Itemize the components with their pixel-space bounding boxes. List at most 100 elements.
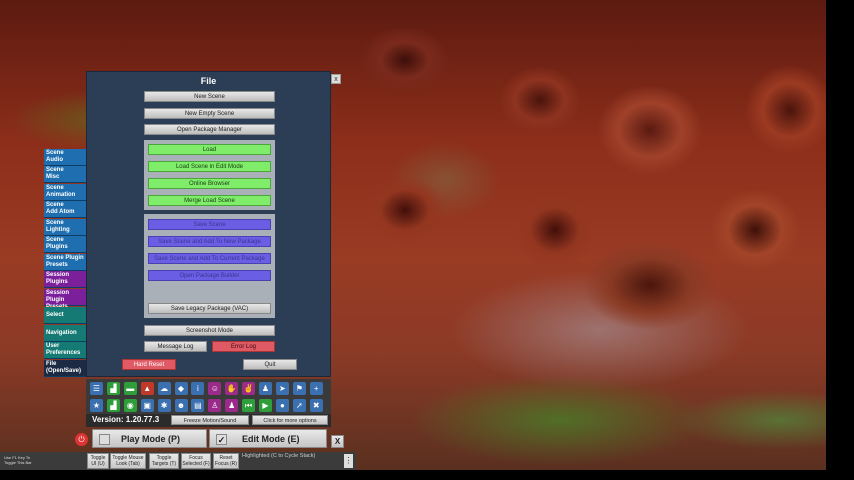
category-label: Navigation [46,330,77,336]
reset-focus-button[interactable]: Reset Focus (R) [213,453,239,469]
more-options-button[interactable]: Click for more options [252,415,328,425]
play-mode-label: Play Mode (P) [121,434,181,444]
panel-title: File [200,76,217,86]
mask-icon[interactable]: ☻ [174,399,188,412]
category-select[interactable]: Select [44,307,87,324]
category-scene-animation[interactable]: Scene Animation [44,184,87,201]
cube-icon[interactable]: ◆ [174,382,188,395]
category-label: File [46,361,57,367]
new-empty-scene-button[interactable]: New Empty Scene [144,108,275,119]
cloud-icon[interactable]: ☁ [157,382,171,395]
message-log-button[interactable]: Message Log [144,341,207,352]
online-browser-button[interactable]: Online Browser [148,178,271,189]
document-icon[interactable]: ▤ [191,399,205,412]
error-log-button[interactable]: Error Log [212,341,275,352]
category-scene-add-atom[interactable]: Scene Add Atom [44,201,87,218]
skip-back-icon[interactable]: ⏮ [242,399,256,412]
plus-icon[interactable]: + [309,382,323,395]
hand-move-icon[interactable]: ✌ [242,382,256,395]
load-button[interactable]: Load [148,144,271,155]
play-icon[interactable]: ▶ [259,399,272,412]
edit-mode-button[interactable]: ✓ Edit Mode (E) [209,429,327,448]
button-line: Targets (T) [151,461,177,467]
quit-button[interactable]: Quit [243,359,297,370]
focus-selected-button[interactable]: Focus Selected (F) [181,453,211,469]
category-session-plugin-presets[interactable]: Session Plugin Presets [44,289,87,310]
category-label: Session [46,272,70,278]
category-file-open-save[interactable]: File (Open/Save) [44,360,87,377]
play-mode-button[interactable]: Play Mode (P) [92,429,207,448]
highlighted-label: Highlighted (C to Cycle Stack) [242,453,316,459]
toggle-ui-button[interactable]: Toggle UI (U) [87,453,109,469]
menu-icon[interactable]: ☰ [90,382,103,395]
load-group: Load Load Scene in Edit Mode Online Brow… [144,140,275,210]
category-label: User [46,343,60,349]
open-file-icon[interactable]: ▟ [106,382,120,395]
category-label: Scene [46,150,64,156]
pointer-icon[interactable]: ➚ [292,399,306,412]
edit-mode-label: Edit Mode (E) [242,434,300,444]
new-scene-button[interactable]: New Scene [144,91,275,102]
camera-icon[interactable]: ◉ [123,399,137,412]
play-mode-checkbox[interactable] [99,434,110,445]
toggle-mouse-look-button[interactable]: Toggle Mouse Look (Tab) [110,453,146,469]
open-package-manager-button[interactable]: Open Package Manager [144,124,275,135]
category-label: Plugins [46,244,68,250]
category-user-preferences[interactable]: User Preferences [44,342,87,359]
category-scene-plugins[interactable]: Scene Plugins [44,236,87,253]
freeze-motion-button[interactable]: Freeze Motion/Sound [171,415,249,425]
category-label: Session Plugin [46,290,70,303]
power-icon[interactable]: ⏻ [75,433,88,446]
category-scene-misc[interactable]: Scene Misc [44,166,87,183]
category-session-plugins[interactable]: Session Plugins [44,271,87,288]
category-label: Audio [46,157,63,163]
file-panel: File New Scene New Empty Scene Open Pack… [86,71,331,377]
category-label: (Open/Save) [46,368,82,374]
merge-load-button[interactable]: Merge Load Scene [148,195,271,206]
users-icon[interactable]: ♟ [225,399,239,412]
button-line: Selected (F) [182,461,210,467]
network-icon[interactable]: ✱ [157,399,171,412]
hard-reset-button[interactable]: Hard Reset [122,359,176,370]
info-icon[interactable]: i [191,382,205,395]
toggle-bar-hint: Use F1 Key To Toggle This Bar [4,455,44,465]
hint-line: Toggle This Bar [4,460,32,465]
toggle-targets-button[interactable]: Toggle Targets (T) [149,453,179,469]
category-scene-audio[interactable]: Scene Audio [44,149,87,166]
user-icon[interactable]: ♙ [208,399,222,412]
hand-icon[interactable]: ✋ [225,382,239,395]
category-navigation[interactable]: Navigation [44,325,87,342]
save-current-package-button[interactable]: Save Scene and Add To Current Package [148,253,271,264]
person-add-icon[interactable]: ☺ [208,382,222,395]
record-icon[interactable]: ● [275,399,289,412]
save-scene-button[interactable]: Save Scene [148,219,271,230]
category-label: Scene [46,202,64,208]
star-icon[interactable]: ★ [90,399,103,412]
save-icon[interactable]: ▲ [140,382,154,395]
chart-icon[interactable]: ▟ [106,399,120,412]
button-line: Focus (R) [215,461,237,467]
screenshot-mode-button[interactable]: Screenshot Mode [144,325,275,336]
category-label: Scene Plugin [46,255,84,261]
category-label: Scene [46,220,64,226]
save-legacy-button[interactable]: Save Legacy Package (VAC) [148,303,271,314]
share-icon[interactable]: ➤ [275,382,289,395]
more-vert-icon[interactable]: ⋮ [344,454,353,468]
load-edit-mode-button[interactable]: Load Scene in Edit Mode [148,161,271,172]
person-icon[interactable]: ♟ [259,382,272,395]
category-scene-plugin-presets[interactable]: Scene Plugin Presets [44,254,87,271]
button-line: Look (Tab) [116,461,140,467]
version-row: Version: 1.20.77.3 Freeze Motion/Sound C… [86,414,331,427]
tools-icon[interactable]: ✖ [309,399,323,412]
screenshot-icon[interactable]: ▣ [140,399,154,412]
panel-close-button[interactable]: x [331,74,341,84]
close-ui-button[interactable]: X [331,435,344,448]
save-new-package-button[interactable]: Save Scene and Add To New Package [148,236,271,247]
open-package-builder-button[interactable]: Open Package Builder [148,270,271,281]
category-label: Lighting [46,227,70,233]
category-scene-lighting[interactable]: Scene Lighting [44,219,87,236]
flag-icon[interactable]: ⚑ [292,382,306,395]
folder-icon[interactable]: ▬ [123,382,137,395]
edit-mode-checkbox[interactable]: ✓ [216,434,227,445]
bottom-black-bar [0,470,826,480]
